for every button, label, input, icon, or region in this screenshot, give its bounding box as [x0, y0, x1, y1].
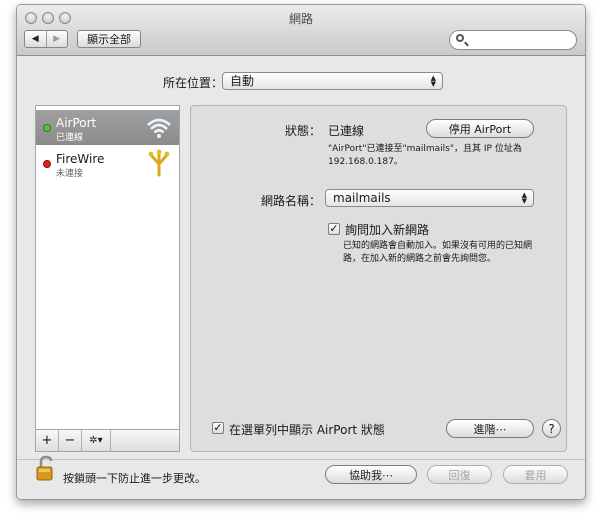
status-label: 狀態：: [284, 124, 321, 138]
network-name-label: 網路名稱：: [260, 194, 321, 208]
show-in-menubar-label: 在選單列中顯示 AirPort 狀態: [229, 423, 385, 437]
service-status: 未連接: [56, 169, 84, 179]
status-disconnected-icon: [43, 160, 51, 168]
revert-button[interactable]: 回復: [427, 465, 492, 484]
service-item-firewire[interactable]: FireWire 未連接: [36, 146, 179, 181]
network-name-popup[interactable]: mailmails ▲ ▼: [325, 189, 534, 207]
wifi-icon: [147, 118, 171, 138]
search-input[interactable]: [468, 33, 568, 46]
status-note-line-1: "AirPort"已連接至"mailmails"，且其 IP 位址為: [328, 144, 522, 154]
status-value: 已連線: [328, 124, 365, 138]
search-field[interactable]: [449, 30, 577, 50]
service-name: AirPort: [56, 116, 97, 130]
show-all-button[interactable]: 顯示全部: [77, 30, 141, 48]
popup-arrows-icon: ▲ ▼: [430, 74, 436, 88]
title-bar: 網路 ◀ ▶ 顯示全部: [17, 5, 585, 56]
back-button[interactable]: ◀: [25, 31, 46, 47]
location-label: 所在位置：: [163, 76, 224, 90]
service-list: AirPort 已連線 FireWire 未連接: [35, 105, 180, 430]
back-forward-control: ◀ ▶: [24, 30, 68, 48]
ask-join-note-line-2: 路，在加入新的網路之前會先詢問您。: [343, 254, 497, 264]
lock-text: 按鎖頭一下防止進一步更改。: [63, 472, 206, 485]
search-icon: [456, 34, 464, 42]
show-in-menubar-checkbox[interactable]: ✓: [212, 422, 224, 434]
service-item-airport[interactable]: AirPort 已連線: [36, 110, 179, 145]
lock-icon[interactable]: [35, 455, 57, 483]
apply-button[interactable]: 套用: [503, 465, 568, 484]
assist-me-button[interactable]: 協助我⋯: [325, 465, 417, 484]
location-popup[interactable]: 自動 ▲ ▼: [222, 72, 443, 90]
ask-join-checkbox[interactable]: ✓: [328, 223, 340, 235]
popup-arrows-icon: ▲ ▼: [521, 191, 527, 205]
service-list-toolbar: + − ✲▾: [35, 430, 180, 452]
window-title: 網路: [288, 12, 313, 26]
advanced-button[interactable]: 進階⋯: [446, 419, 534, 438]
disable-airport-button[interactable]: 停用 AirPort: [426, 119, 534, 138]
add-service-button[interactable]: +: [36, 430, 59, 451]
gear-icon[interactable]: ✲▾: [82, 430, 111, 451]
ask-join-label: 詢問加入新網路: [345, 223, 430, 237]
service-name: FireWire: [56, 152, 105, 166]
footer-divider: [17, 459, 585, 460]
detail-panel: 狀態： 已連線 停用 AirPort "AirPort"已連接至"mailmai…: [190, 105, 567, 452]
status-note-line-2: 192.168.0.187。: [328, 157, 403, 167]
network-preferences-window: 網路 ◀ ▶ 顯示全部 所在位置： 自動 ▲ ▼ AirPort 已連線 Fir…: [16, 4, 586, 500]
status-connected-icon: [43, 124, 51, 132]
help-button[interactable]: ?: [542, 419, 561, 438]
service-status: 已連線: [56, 133, 84, 143]
remove-service-button[interactable]: −: [59, 430, 82, 451]
ask-join-note-line-1: 已知的網路會自動加入。如果沒有可用的已知網: [343, 241, 533, 251]
forward-button[interactable]: ▶: [45, 31, 68, 47]
location-value: 自動: [230, 74, 255, 88]
firewire-icon: [148, 149, 170, 177]
network-name-value: mailmails: [333, 191, 391, 205]
